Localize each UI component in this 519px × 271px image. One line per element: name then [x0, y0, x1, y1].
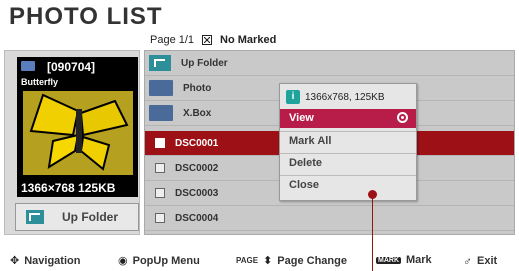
popup-item-label: Delete: [289, 157, 323, 169]
checkbox[interactable]: [155, 163, 165, 173]
preview-resolution: 1366×768 125KB: [21, 181, 116, 195]
preview-date: [090704]: [47, 60, 96, 74]
help-label: Mark: [406, 254, 432, 266]
page-key-icon: PAGE: [236, 256, 259, 265]
checkbox-icon: [202, 35, 213, 45]
butterfly-thumbnail: [23, 91, 133, 175]
navigation-arrows-icon: ✥: [10, 255, 20, 267]
list-item-label: DSC0003: [175, 187, 219, 199]
popup-item-delete[interactable]: Delete: [280, 153, 416, 172]
up-folder-button[interactable]: Up Folder: [15, 203, 139, 231]
list-item-label: DSC0001: [175, 137, 219, 149]
help-label: Navigation: [24, 254, 81, 267]
popup-menu: i 1366x768, 125KB View Mark All Delete C…: [279, 83, 417, 201]
page-up-down-icon: ⬍: [263, 255, 273, 267]
popup-item-mark-all[interactable]: Mark All: [280, 131, 416, 150]
photo-preview: [090704] Butterfly 1366×768 125KB: [17, 57, 138, 197]
popup-info-text: 1366x768, 125KB: [305, 91, 385, 103]
popup-item-label: View: [289, 112, 314, 124]
help-label: Page Change: [277, 254, 347, 267]
help-label: Exit: [477, 255, 498, 267]
help-page-change: PAGE ⬍ Page Change: [236, 254, 347, 268]
page-indicator: Page 1/1: [150, 34, 195, 46]
info-icon: i: [286, 90, 300, 104]
list-item-label: Up Folder: [181, 57, 228, 69]
folder-icon: [149, 80, 173, 96]
list-item-dsc0004[interactable]: DSC0004: [145, 206, 514, 231]
help-mark: MARK Mark: [376, 254, 432, 266]
photo-file-icon: [21, 61, 35, 71]
popup-item-label: Close: [289, 179, 319, 191]
help-popup-menu: ◉ PopUp Menu: [118, 254, 200, 268]
checkbox[interactable]: [155, 188, 165, 198]
up-folder-icon: [149, 55, 171, 71]
up-folder-icon: [26, 210, 44, 224]
popup-item-close[interactable]: Close: [280, 175, 416, 194]
up-folder-button-label: Up Folder: [62, 210, 118, 224]
popup-item-label: Mark All: [289, 135, 332, 147]
folder-icon: [149, 105, 173, 121]
help-exit: ♂ Exit: [463, 254, 497, 268]
help-navigation: ✥ Navigation: [10, 254, 81, 268]
checkbox[interactable]: [155, 213, 165, 223]
popup-item-view[interactable]: View: [280, 109, 416, 128]
popup-info: i 1366x768, 125KB: [286, 90, 385, 104]
exit-icon: ♂: [463, 254, 472, 268]
list-item-label: DSC0002: [175, 162, 219, 174]
mark-key-icon: MARK: [376, 256, 401, 264]
page-title: PHOTO LIST: [9, 3, 163, 30]
help-label: PopUp Menu: [132, 254, 200, 267]
subheader: Page 1/1 No Marked: [150, 34, 276, 46]
radio-selected-icon: [397, 112, 408, 123]
preview-name: Butterfly: [21, 77, 59, 87]
list-item-label: DSC0004: [175, 212, 219, 224]
ok-button-icon: ◉: [118, 255, 128, 267]
marked-status: No Marked: [220, 34, 277, 46]
list-item-up-folder[interactable]: Up Folder: [145, 51, 514, 76]
checkbox[interactable]: [155, 138, 165, 148]
list-item-label: Photo: [183, 82, 212, 94]
preview-panel: [090704] Butterfly 1366×768 125KB Up Fol…: [4, 50, 140, 235]
bottom-help-bar: ✥ Navigation ◉ PopUp Menu PAGE ⬍ Page Ch…: [0, 254, 519, 271]
list-item-label: X.Box: [183, 107, 212, 119]
